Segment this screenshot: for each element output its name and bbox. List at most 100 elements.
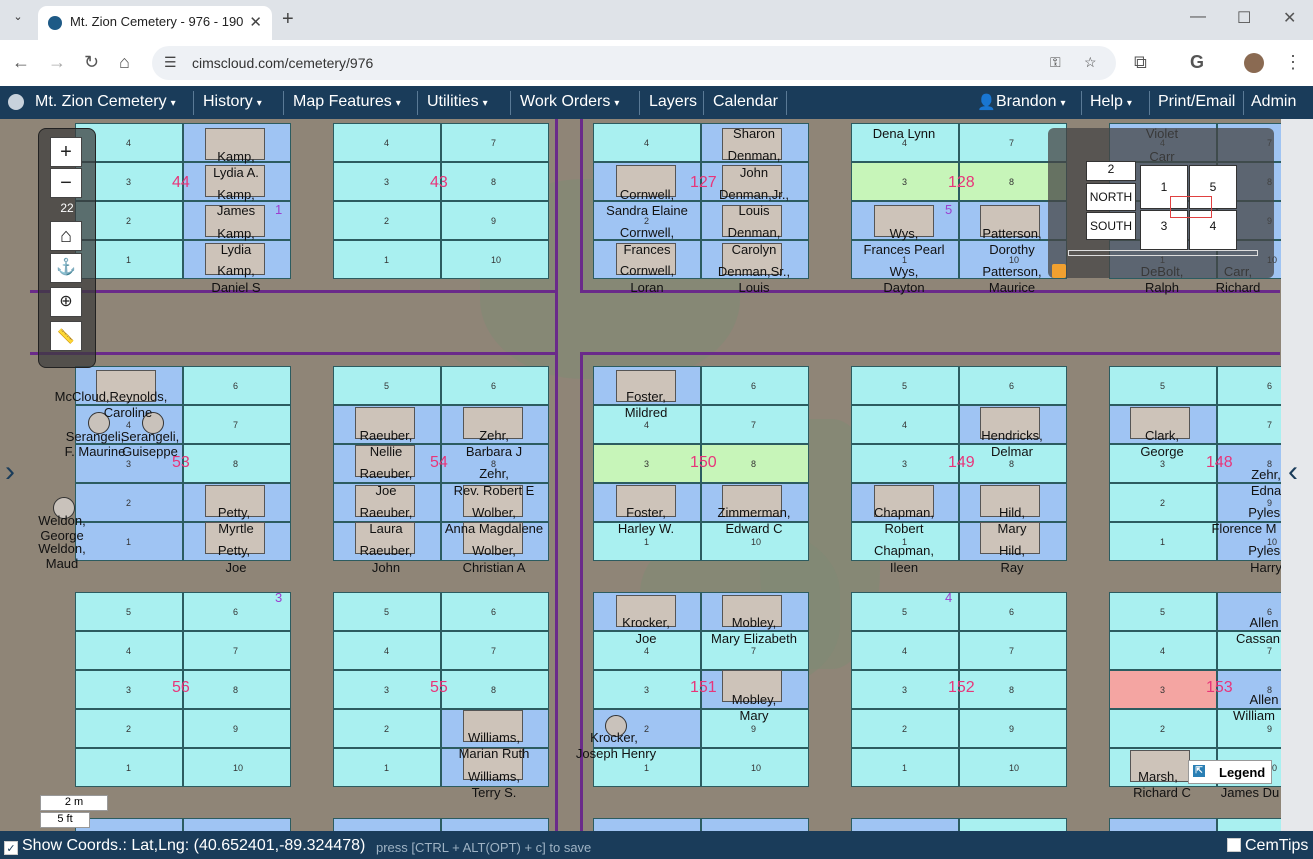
interment-name[interactable]: William: [1233, 708, 1275, 723]
extensions-icon[interactable]: ⧉: [1134, 52, 1147, 73]
interment-name[interactable]: Delmar: [991, 444, 1033, 459]
site-info-icon[interactable]: ☰: [164, 54, 177, 71]
interment-name[interactable]: James Du: [1221, 785, 1280, 800]
interment-name[interactable]: Hendricks,: [981, 428, 1042, 443]
interment-name[interactable]: Wys,: [890, 264, 919, 279]
interment-name[interactable]: Kamp,: [217, 263, 255, 278]
interment-name[interactable]: Wolber,: [472, 505, 516, 520]
interment-name[interactable]: Patterson,: [982, 264, 1041, 279]
interment-name[interactable]: John: [740, 165, 768, 180]
interment-name[interactable]: Petty,: [218, 543, 250, 558]
interment-name[interactable]: Weldon,: [38, 541, 85, 556]
chevron-left-panel-icon[interactable]: ›: [5, 455, 15, 489]
interment-name[interactable]: Zehr,: [1251, 467, 1281, 482]
interment-name[interactable]: Caroline: [104, 405, 152, 420]
interment-name[interactable]: Joseph Henry: [576, 746, 656, 761]
interment-name[interactable]: Sandra Elaine: [606, 203, 688, 218]
new-tab-button[interactable]: +: [282, 8, 294, 31]
interment-name[interactable]: Williams,: [468, 730, 520, 745]
interment-name[interactable]: Clark,: [1145, 428, 1179, 443]
burial-plot[interactable]: [183, 818, 291, 831]
interment-name[interactable]: Richard C: [1133, 785, 1191, 800]
nav-user-menu[interactable]: Brandon ▾: [996, 93, 1066, 111]
burial-plot[interactable]: [75, 818, 183, 831]
interment-name[interactable]: Mildred: [625, 405, 668, 420]
interment-name[interactable]: Marian Ruth: [459, 746, 530, 761]
interment-name[interactable]: Petty,: [218, 505, 250, 520]
burial-plot[interactable]: [959, 818, 1067, 831]
interment-name[interactable]: Weldon,: [38, 513, 85, 528]
burial-plot[interactable]: [593, 818, 701, 831]
interment-name[interactable]: Denman,Jr.,: [719, 187, 789, 202]
nav-calendar-button[interactable]: Calendar: [713, 93, 778, 111]
interment-name[interactable]: Louis: [738, 280, 769, 295]
interment-name[interactable]: Zimmerman,: [718, 505, 791, 520]
minimize-icon[interactable]: —: [1190, 8, 1206, 26]
measure-ruler-icon[interactable]: 📏: [50, 321, 82, 351]
chevron-right-panel-icon[interactable]: ‹: [1288, 455, 1298, 489]
interment-name[interactable]: Kamp,: [217, 187, 255, 202]
interment-name[interactable]: Denman,: [728, 225, 781, 240]
interment-name[interactable]: Hild,: [999, 543, 1025, 558]
interment-name[interactable]: Maud: [46, 556, 79, 571]
interment-name[interactable]: Maurice: [989, 280, 1035, 295]
interment-name[interactable]: Zehr,: [479, 466, 509, 481]
profile-avatar[interactable]: [1244, 53, 1264, 73]
chrome-menu-icon[interactable]: ⋮: [1284, 52, 1302, 73]
interment-name[interactable]: Edna: [1251, 483, 1281, 498]
interment-name[interactable]: Williams,: [468, 769, 520, 784]
interment-name[interactable]: Mary Elizabeth: [711, 631, 797, 646]
home-extent-icon[interactable]: ⌂: [50, 221, 82, 251]
interment-name[interactable]: Harley W.: [618, 521, 674, 536]
interment-name[interactable]: Mobley,: [732, 692, 777, 707]
interment-name[interactable]: Foster,: [626, 505, 666, 520]
interment-name[interactable]: Laura: [369, 521, 402, 536]
forward-icon[interactable]: →: [48, 52, 66, 73]
burial-plot[interactable]: [701, 818, 809, 831]
interment-name[interactable]: Patterson,: [982, 226, 1041, 241]
interment-name[interactable]: Allen: [1250, 692, 1279, 707]
interment-name[interactable]: Mobley,: [732, 615, 777, 630]
interment-name[interactable]: Richard: [1216, 280, 1261, 295]
nav-history-menu[interactable]: History ▾: [203, 93, 262, 111]
interment-name[interactable]: Ralph: [1145, 280, 1179, 295]
interment-name[interactable]: Loran: [630, 280, 663, 295]
bookmark-star-icon[interactable]: ☆: [1084, 54, 1097, 71]
interment-name[interactable]: Foster,: [626, 389, 666, 404]
interment-name[interactable]: Dayton: [883, 280, 924, 295]
reload-icon[interactable]: ↻: [84, 52, 99, 73]
interment-name[interactable]: Mary: [740, 708, 769, 723]
browser-tab[interactable]: Mt. Zion Cemetery - 976 - 190 ✕: [38, 6, 272, 40]
interment-name[interactable]: Cassan: [1236, 631, 1280, 646]
interment-name[interactable]: Cornwell,: [620, 225, 674, 240]
checkbox-icon[interactable]: [1227, 838, 1241, 852]
interment-name[interactable]: Cornwell,: [620, 263, 674, 278]
zoom-in-button[interactable]: +: [50, 137, 82, 167]
nav-admin-button[interactable]: Admin: [1251, 93, 1296, 111]
interment-name[interactable]: Denman,: [728, 148, 781, 163]
interment-name[interactable]: Robert: [884, 521, 923, 536]
interment-name[interactable]: Joe: [636, 631, 657, 646]
interment-name[interactable]: Dorothy: [989, 242, 1035, 257]
interment-name[interactable]: Denman,Sr.,: [718, 264, 790, 279]
interment-name[interactable]: Edward C: [725, 521, 782, 536]
interment-name[interactable]: Krocker,: [622, 615, 670, 630]
interment-name[interactable]: Lydia A.: [213, 165, 259, 180]
interment-name[interactable]: Pyles,: [1248, 505, 1283, 520]
interment-name[interactable]: Frances: [624, 242, 671, 257]
section-overview-minimap[interactable]: 2 NORTH SOUTH 1 5 3 4: [1048, 128, 1274, 278]
interment-name[interactable]: Lydia: [221, 242, 252, 257]
checkbox-checked-icon[interactable]: ✓: [4, 841, 18, 855]
interment-name[interactable]: Mary: [998, 521, 1027, 536]
overview-zone-2[interactable]: 2: [1086, 161, 1136, 181]
interment-name[interactable]: Christian A: [463, 560, 526, 575]
interment-name[interactable]: Guiseppe: [122, 444, 178, 459]
home-icon[interactable]: ⌂: [119, 52, 130, 73]
interment-name[interactable]: Raeuber,: [360, 543, 413, 558]
interment-name[interactable]: Louis: [738, 203, 769, 218]
interment-name[interactable]: F. Maurine: [65, 444, 126, 459]
legend-button[interactable]: ⇱ Legend: [1188, 760, 1272, 784]
interment-name[interactable]: Pyles,: [1248, 543, 1283, 558]
nav-map-features-menu[interactable]: Map Features ▾: [293, 93, 401, 111]
burial-plot[interactable]: [851, 818, 959, 831]
